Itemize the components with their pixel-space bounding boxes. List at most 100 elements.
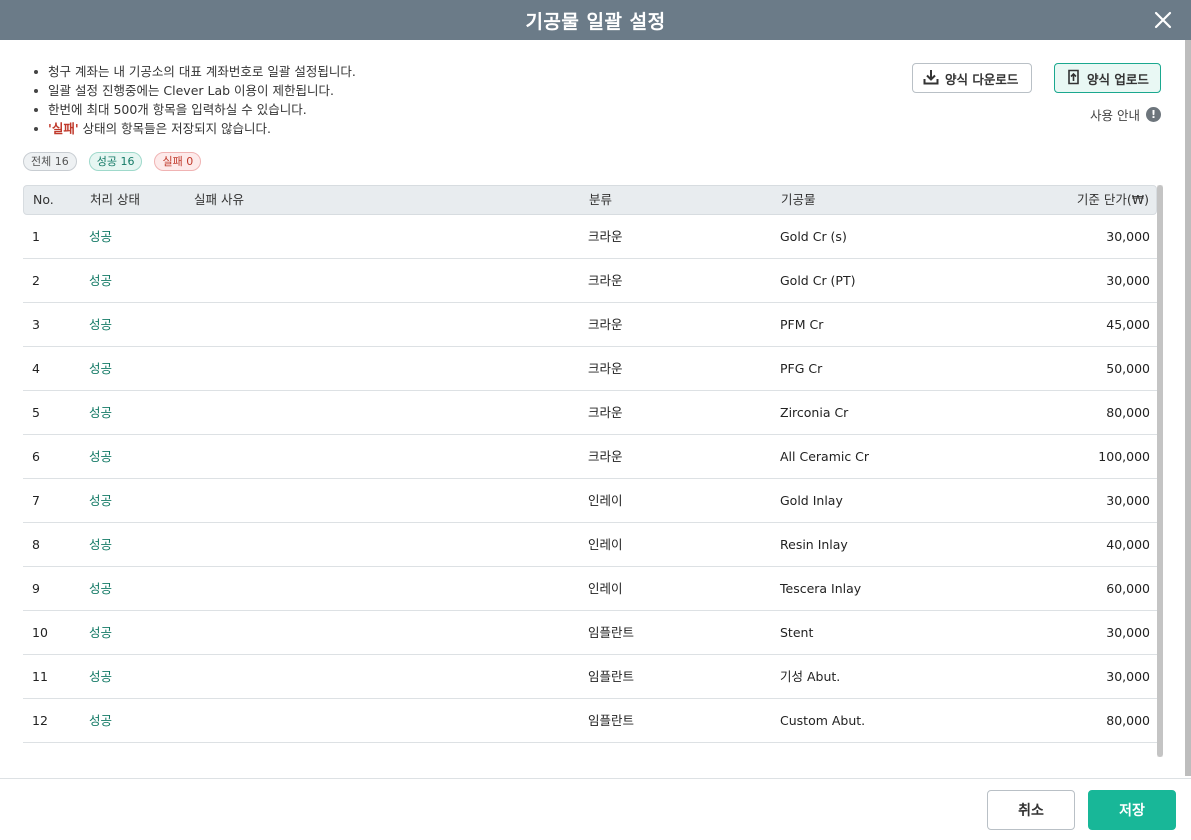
cell-status: 성공 bbox=[89, 493, 113, 508]
modal-scrollbar[interactable] bbox=[1185, 40, 1191, 776]
cell-no: 4 bbox=[32, 361, 40, 376]
table-row[interactable]: 3 성공 크라운 PFM Cr 45,000 bbox=[23, 303, 1157, 347]
cell-category: 크라운 bbox=[588, 273, 623, 288]
cell-category: 인레이 bbox=[588, 493, 623, 508]
cell-status: 성공 bbox=[89, 449, 113, 464]
column-header-no: No. bbox=[33, 192, 54, 207]
cell-no: 2 bbox=[32, 273, 40, 288]
cell-item: Gold Inlay bbox=[780, 493, 843, 508]
table-row[interactable]: 6 성공 크라운 All Ceramic Cr 100,000 bbox=[23, 435, 1157, 479]
total-count-badge[interactable]: 전체 16 bbox=[23, 152, 77, 171]
template-upload-button[interactable]: 양식 업로드 bbox=[1054, 63, 1161, 93]
cell-category: 인레이 bbox=[588, 537, 623, 552]
cell-category: 임플란트 bbox=[588, 713, 635, 728]
modal-title: 기공물 일괄 설정 bbox=[525, 10, 666, 33]
cell-item: All Ceramic Cr bbox=[780, 449, 870, 464]
cell-item: PFM Cr bbox=[780, 317, 824, 332]
cell-price: 60,000 bbox=[1106, 581, 1150, 596]
cell-no: 5 bbox=[32, 405, 40, 420]
cell-no: 9 bbox=[32, 581, 40, 596]
table-row[interactable]: 11 성공 임플란트 기성 Abut. 30,000 bbox=[23, 655, 1157, 699]
cell-item: Gold Cr (s) bbox=[780, 229, 847, 244]
table-header: No. 처리 상태 실패 사유 분류 기공물 기준 단가(₩) bbox=[23, 185, 1157, 215]
cell-category: 인레이 bbox=[588, 581, 623, 596]
table-body: 1 성공 크라운 Gold Cr (s) 30,000 2 성공 크라운 Gold Cr (PT… bbox=[23, 215, 1157, 743]
usage-guide-label: 사용 안내 bbox=[1090, 108, 1140, 123]
cell-no: 10 bbox=[32, 625, 48, 640]
notice-list: 청구 계좌는 내 기공소의 대표 계좌번호로 일괄 설정됩니다. 일괄 설정 진… bbox=[30, 62, 356, 138]
cell-price: 80,000 bbox=[1106, 713, 1150, 728]
cell-category: 크라운 bbox=[588, 229, 623, 244]
cell-price: 30,000 bbox=[1106, 229, 1150, 244]
table-row[interactable]: 1 성공 크라운 Gold Cr (s) 30,000 bbox=[23, 215, 1157, 259]
cell-status: 성공 bbox=[89, 273, 113, 288]
table-row[interactable]: 10 성공 임플란트 Stent 30,000 bbox=[23, 611, 1157, 655]
table-row[interactable]: 9 성공 인레이 Tescera Inlay 60,000 bbox=[23, 567, 1157, 611]
cell-price: 45,000 bbox=[1106, 317, 1150, 332]
cell-status: 성공 bbox=[89, 405, 113, 420]
cell-no: 3 bbox=[32, 317, 40, 332]
column-header-item: 기공물 bbox=[781, 192, 816, 207]
template-actions: 양식 다운로드 양식 업로드 bbox=[912, 63, 1161, 93]
cell-item: Resin Inlay bbox=[780, 537, 848, 552]
cell-no: 12 bbox=[32, 713, 48, 728]
cell-category: 크라운 bbox=[588, 361, 623, 376]
table-row[interactable]: 5 성공 크라운 Zirconia Cr 80,000 bbox=[23, 391, 1157, 435]
column-header-reason: 실패 사유 bbox=[194, 192, 244, 207]
column-header-price: 기준 단가(₩) bbox=[1076, 192, 1149, 207]
cell-price: 100,000 bbox=[1098, 449, 1150, 464]
fail-keyword: '실패' bbox=[48, 121, 79, 136]
close-icon[interactable] bbox=[1151, 8, 1175, 32]
cell-item: Custom Abut. bbox=[780, 713, 866, 728]
cell-status: 성공 bbox=[89, 229, 113, 244]
cell-no: 8 bbox=[32, 537, 40, 552]
notice-item: '실패' 상태의 항목들은 저장되지 않습니다. bbox=[30, 119, 356, 138]
result-badges: 전체 16 성공 16 실패 0 bbox=[23, 152, 202, 171]
download-icon bbox=[923, 69, 939, 88]
success-count-badge[interactable]: 성공 16 bbox=[88, 152, 143, 171]
column-header-category: 분류 bbox=[589, 192, 613, 207]
notice-item: 한번에 최대 500개 항목을 입력하실 수 있습니다. bbox=[30, 100, 356, 119]
bulk-settings-modal: 기공물 일괄 설정 청구 계좌는 내 기공소의 대표 계좌번호로 일괄 설정됩니… bbox=[0, 0, 1191, 840]
cancel-button[interactable]: 취소 bbox=[987, 790, 1075, 830]
save-button[interactable]: 저장 bbox=[1088, 790, 1176, 830]
info-icon: ! bbox=[1146, 107, 1161, 122]
usage-guide-link[interactable]: 사용 안내 ! bbox=[1090, 105, 1161, 124]
cell-item: Tescera Inlay bbox=[780, 581, 862, 596]
download-label: 양식 다운로드 bbox=[945, 71, 1019, 87]
cell-category: 임플란트 bbox=[588, 625, 635, 640]
cell-status: 성공 bbox=[89, 713, 113, 728]
table-row[interactable]: 12 성공 임플란트 Custom Abut. 80,000 bbox=[23, 699, 1157, 743]
table-row[interactable]: 4 성공 크라운 PFG Cr 50,000 bbox=[23, 347, 1157, 391]
cell-price: 30,000 bbox=[1106, 493, 1150, 508]
notice-item: 일괄 설정 진행중에는 Clever Lab 이용이 제한됩니다. bbox=[30, 81, 356, 100]
cell-category: 임플란트 bbox=[588, 669, 635, 684]
table-scrollbar-thumb[interactable] bbox=[1157, 185, 1163, 757]
modal-footer: 취소 저장 bbox=[0, 778, 1191, 840]
template-download-button[interactable]: 양식 다운로드 bbox=[912, 63, 1032, 93]
modal-header: 기공물 일괄 설정 bbox=[0, 0, 1191, 40]
cell-price: 30,000 bbox=[1106, 625, 1150, 640]
upload-icon bbox=[1065, 69, 1081, 88]
cell-item: PFG Cr bbox=[780, 361, 823, 376]
cell-category: 크라운 bbox=[588, 317, 623, 332]
cell-no: 1 bbox=[32, 229, 40, 244]
cell-item: 기성 Abut. bbox=[780, 669, 841, 684]
cell-no: 11 bbox=[32, 669, 48, 684]
cell-status: 성공 bbox=[89, 317, 113, 332]
cell-status: 성공 bbox=[89, 581, 113, 596]
upload-label: 양식 업로드 bbox=[1087, 71, 1149, 87]
cell-price: 40,000 bbox=[1106, 537, 1150, 552]
cell-price: 80,000 bbox=[1106, 405, 1150, 420]
table-row[interactable]: 7 성공 인레이 Gold Inlay 30,000 bbox=[23, 479, 1157, 523]
fail-count-badge[interactable]: 실패 0 bbox=[154, 152, 202, 171]
cell-item: Gold Cr (PT) bbox=[780, 273, 856, 288]
table-row[interactable]: 8 성공 인레이 Resin Inlay 40,000 bbox=[23, 523, 1157, 567]
cell-category: 크라운 bbox=[588, 449, 623, 464]
cell-price: 30,000 bbox=[1106, 273, 1150, 288]
cell-price: 50,000 bbox=[1106, 361, 1150, 376]
column-header-status: 처리 상태 bbox=[90, 192, 140, 207]
cell-status: 성공 bbox=[89, 537, 113, 552]
table-row[interactable]: 2 성공 크라운 Gold Cr (PT) 30,000 bbox=[23, 259, 1157, 303]
results-table: No. 처리 상태 실패 사유 분류 기공물 기준 단가(₩) 1 성공 크라운 Go… bbox=[23, 185, 1157, 760]
